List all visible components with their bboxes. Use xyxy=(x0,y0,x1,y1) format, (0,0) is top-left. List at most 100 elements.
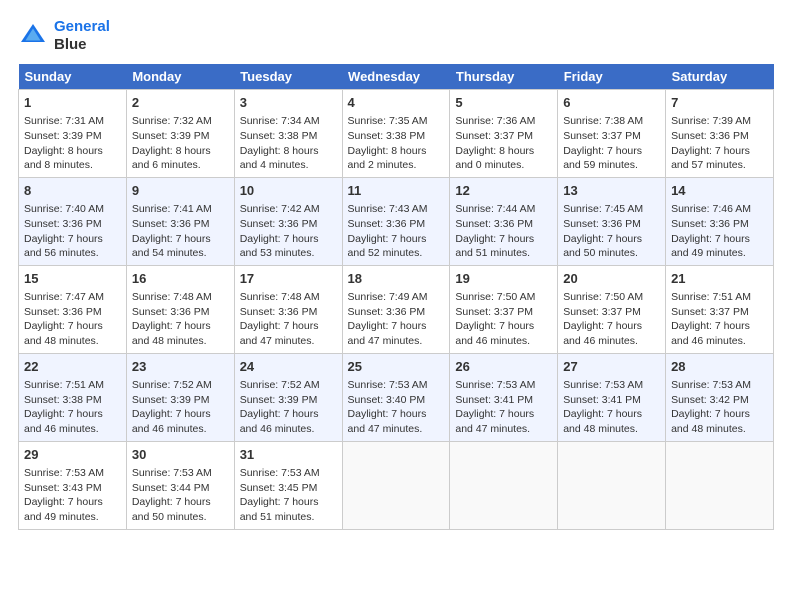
day-cell: 16Sunrise: 7:48 AMSunset: 3:36 PMDayligh… xyxy=(126,265,234,353)
daylight-text: Daylight: 7 hours and 46 minutes. xyxy=(455,319,552,348)
sunset-text: Sunset: 3:37 PM xyxy=(455,129,552,144)
daylight-text: Daylight: 7 hours and 51 minutes. xyxy=(240,495,337,524)
header-cell-tuesday: Tuesday xyxy=(234,64,342,90)
day-cell: 6Sunrise: 7:38 AMSunset: 3:37 PMDaylight… xyxy=(558,90,666,178)
logo: General Blue xyxy=(18,18,110,54)
daylight-text: Daylight: 7 hours and 54 minutes. xyxy=(132,232,229,261)
sunrise-text: Sunrise: 7:52 AM xyxy=(132,378,229,393)
sunset-text: Sunset: 3:44 PM xyxy=(132,481,229,496)
daylight-text: Daylight: 7 hours and 48 minutes. xyxy=(671,407,768,436)
day-cell: 20Sunrise: 7:50 AMSunset: 3:37 PMDayligh… xyxy=(558,265,666,353)
sunset-text: Sunset: 3:36 PM xyxy=(455,217,552,232)
day-cell: 12Sunrise: 7:44 AMSunset: 3:36 PMDayligh… xyxy=(450,177,558,265)
day-number: 13 xyxy=(563,182,660,200)
day-cell xyxy=(450,441,558,529)
sunset-text: Sunset: 3:37 PM xyxy=(563,305,660,320)
day-cell: 15Sunrise: 7:47 AMSunset: 3:36 PMDayligh… xyxy=(19,265,127,353)
daylight-text: Daylight: 7 hours and 47 minutes. xyxy=(240,319,337,348)
day-cell: 29Sunrise: 7:53 AMSunset: 3:43 PMDayligh… xyxy=(19,441,127,529)
day-number: 18 xyxy=(348,270,445,288)
day-number: 21 xyxy=(671,270,768,288)
day-cell xyxy=(342,441,450,529)
day-cell: 31Sunrise: 7:53 AMSunset: 3:45 PMDayligh… xyxy=(234,441,342,529)
sunset-text: Sunset: 3:39 PM xyxy=(132,393,229,408)
sunrise-text: Sunrise: 7:41 AM xyxy=(132,202,229,217)
sunrise-text: Sunrise: 7:43 AM xyxy=(348,202,445,217)
day-number: 11 xyxy=(348,182,445,200)
header-cell-saturday: Saturday xyxy=(666,64,774,90)
day-number: 9 xyxy=(132,182,229,200)
sunrise-text: Sunrise: 7:53 AM xyxy=(240,466,337,481)
daylight-text: Daylight: 7 hours and 48 minutes. xyxy=(132,319,229,348)
sunset-text: Sunset: 3:36 PM xyxy=(24,217,121,232)
sunrise-text: Sunrise: 7:40 AM xyxy=(24,202,121,217)
daylight-text: Daylight: 7 hours and 47 minutes. xyxy=(455,407,552,436)
daylight-text: Daylight: 7 hours and 48 minutes. xyxy=(24,319,121,348)
sunset-text: Sunset: 3:36 PM xyxy=(563,217,660,232)
day-number: 17 xyxy=(240,270,337,288)
day-cell: 30Sunrise: 7:53 AMSunset: 3:44 PMDayligh… xyxy=(126,441,234,529)
day-number: 16 xyxy=(132,270,229,288)
header-cell-monday: Monday xyxy=(126,64,234,90)
sunrise-text: Sunrise: 7:53 AM xyxy=(348,378,445,393)
day-cell: 22Sunrise: 7:51 AMSunset: 3:38 PMDayligh… xyxy=(19,353,127,441)
sunrise-text: Sunrise: 7:51 AM xyxy=(24,378,121,393)
day-number: 8 xyxy=(24,182,121,200)
daylight-text: Daylight: 7 hours and 49 minutes. xyxy=(671,232,768,261)
day-cell: 28Sunrise: 7:53 AMSunset: 3:42 PMDayligh… xyxy=(666,353,774,441)
day-number: 19 xyxy=(455,270,552,288)
day-number: 22 xyxy=(24,358,121,376)
day-cell: 8 Sunrise: 7:40 AMSunset: 3:36 PMDaylight… xyxy=(19,177,127,265)
sunset-text: Sunset: 3:36 PM xyxy=(240,305,337,320)
daylight-text: Daylight: 7 hours and 53 minutes. xyxy=(240,232,337,261)
header-cell-thursday: Thursday xyxy=(450,64,558,90)
sunrise-text: Sunrise: 7:31 AM xyxy=(24,114,121,129)
sunset-text: Sunset: 3:36 PM xyxy=(132,305,229,320)
sunrise-text: Sunrise: 7:48 AM xyxy=(240,290,337,305)
daylight-text: Daylight: 7 hours and 47 minutes. xyxy=(348,319,445,348)
daylight-text: Daylight: 7 hours and 56 minutes. xyxy=(24,232,121,261)
day-number: 26 xyxy=(455,358,552,376)
sunset-text: Sunset: 3:38 PM xyxy=(24,393,121,408)
sunrise-text: Sunrise: 7:32 AM xyxy=(132,114,229,129)
day-cell: 13Sunrise: 7:45 AMSunset: 3:36 PMDayligh… xyxy=(558,177,666,265)
day-cell: 21Sunrise: 7:51 AMSunset: 3:37 PMDayligh… xyxy=(666,265,774,353)
page: General Blue SundayMondayTuesdayWednesda… xyxy=(0,0,792,612)
header-row: SundayMondayTuesdayWednesdayThursdayFrid… xyxy=(19,64,774,90)
sunset-text: Sunset: 3:36 PM xyxy=(671,217,768,232)
sunset-text: Sunset: 3:40 PM xyxy=(348,393,445,408)
day-number: 12 xyxy=(455,182,552,200)
daylight-text: Daylight: 7 hours and 46 minutes. xyxy=(240,407,337,436)
day-number: 4 xyxy=(348,94,445,112)
day-number: 27 xyxy=(563,358,660,376)
week-row-1: 1 Sunrise: 7:31 AMSunset: 3:39 PM Daylight… xyxy=(19,90,774,178)
daylight-text: Daylight: 8 hours and 2 minutes. xyxy=(348,144,445,173)
sunrise-text: Sunrise: 7:53 AM xyxy=(455,378,552,393)
week-row-3: 15Sunrise: 7:47 AMSunset: 3:36 PMDayligh… xyxy=(19,265,774,353)
day-cell: 23Sunrise: 7:52 AMSunset: 3:39 PMDayligh… xyxy=(126,353,234,441)
calendar-table: SundayMondayTuesdayWednesdayThursdayFrid… xyxy=(18,64,774,530)
daylight-text: Daylight: 7 hours and 48 minutes. xyxy=(563,407,660,436)
sunset-text: Sunset: 3:37 PM xyxy=(563,129,660,144)
sunset-text: Sunset: 3:36 PM xyxy=(240,217,337,232)
day-cell: 11Sunrise: 7:43 AMSunset: 3:36 PMDayligh… xyxy=(342,177,450,265)
sunset-text: Sunset: 3:39 PM xyxy=(24,129,121,144)
daylight-text: Daylight: 7 hours and 50 minutes. xyxy=(132,495,229,524)
day-number: 1 xyxy=(24,94,121,112)
day-number: 10 xyxy=(240,182,337,200)
sunrise-text: Sunrise: 7:53 AM xyxy=(24,466,121,481)
daylight-text: Daylight: 7 hours and 52 minutes. xyxy=(348,232,445,261)
daylight-text: Daylight: 7 hours and 50 minutes. xyxy=(563,232,660,261)
day-cell: 25Sunrise: 7:53 AMSunset: 3:40 PMDayligh… xyxy=(342,353,450,441)
day-number: 20 xyxy=(563,270,660,288)
day-number: 14 xyxy=(671,182,768,200)
sunset-text: Sunset: 3:36 PM xyxy=(132,217,229,232)
day-number: 7 xyxy=(671,94,768,112)
sunrise-text: Sunrise: 7:42 AM xyxy=(240,202,337,217)
sunrise-text: Sunrise: 7:50 AM xyxy=(563,290,660,305)
day-cell: 26Sunrise: 7:53 AMSunset: 3:41 PMDayligh… xyxy=(450,353,558,441)
daylight-text: Daylight: 8 hours and 6 minutes. xyxy=(132,144,229,173)
daylight-text: Daylight: 7 hours and 59 minutes. xyxy=(563,144,660,173)
sunrise-text: Sunrise: 7:52 AM xyxy=(240,378,337,393)
sunrise-text: Sunrise: 7:53 AM xyxy=(132,466,229,481)
